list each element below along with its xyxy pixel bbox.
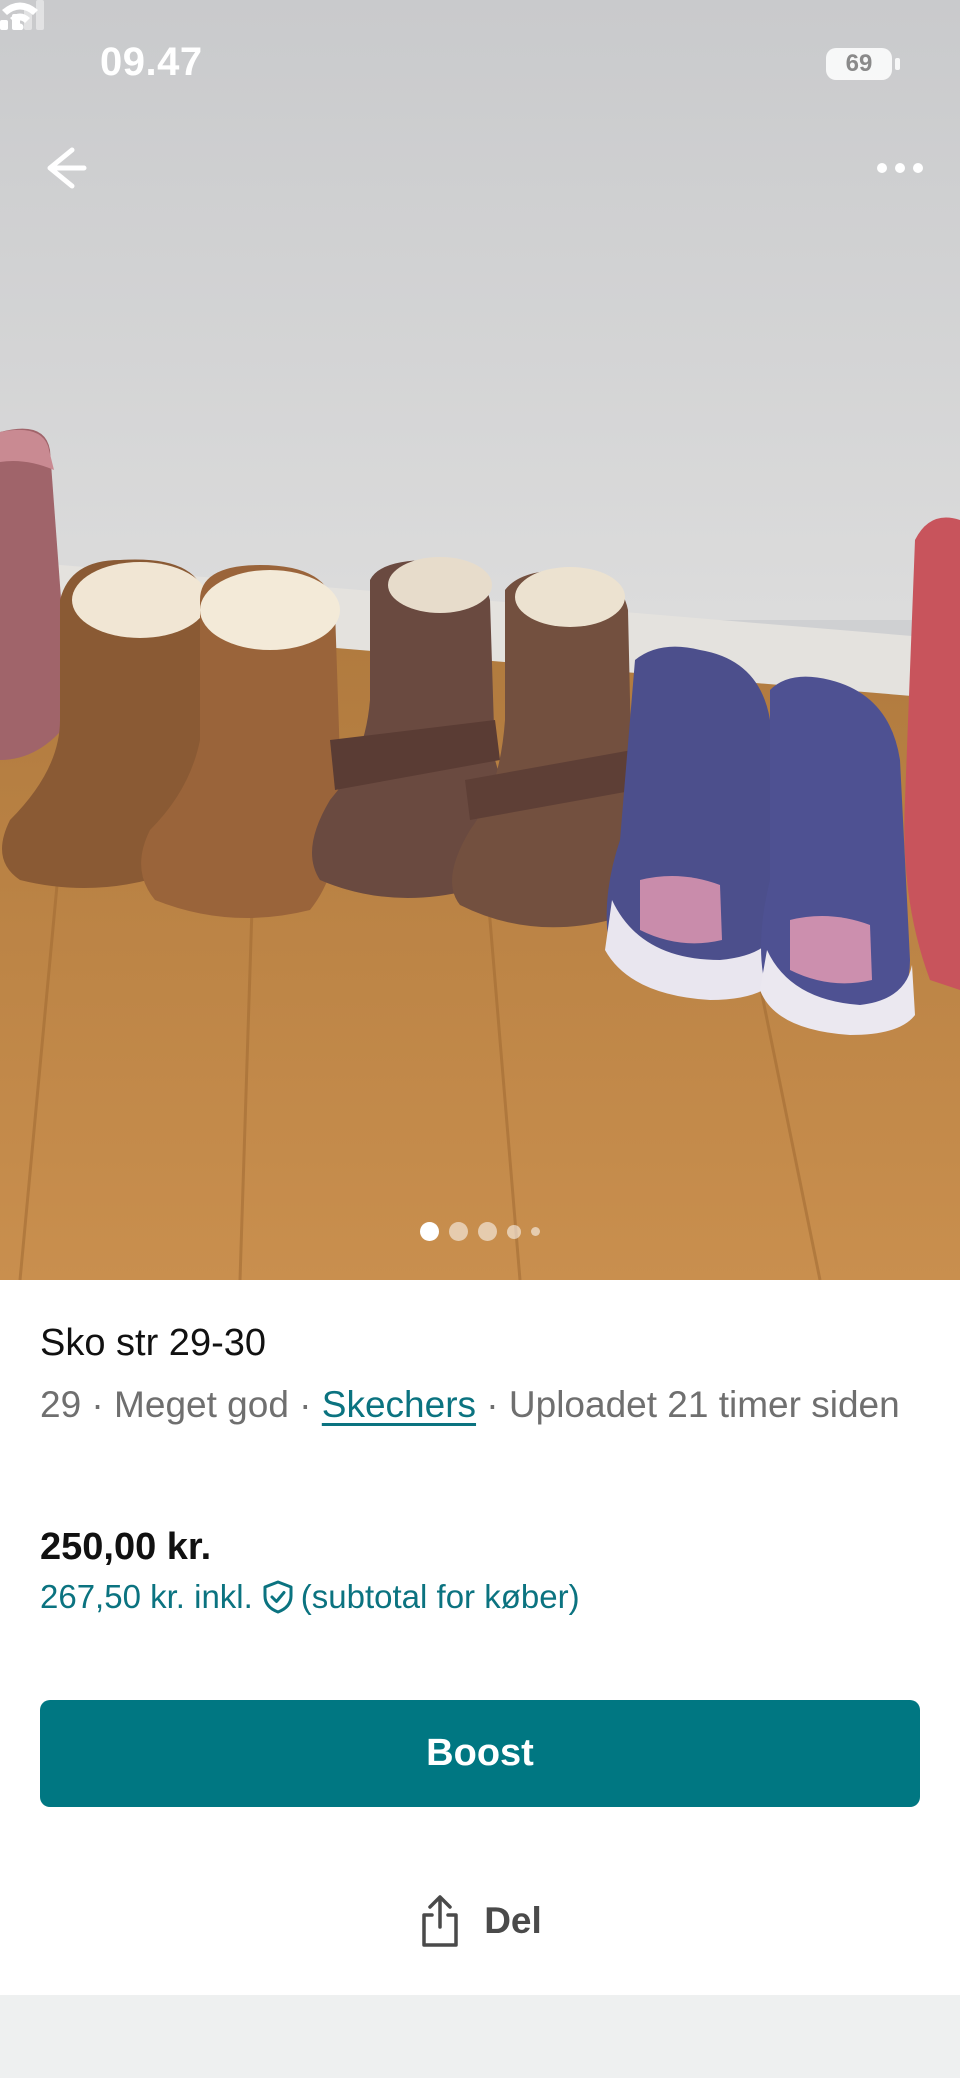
back-arrow-icon xyxy=(47,147,87,189)
battery-level: 69 xyxy=(845,50,873,77)
bottom-section-divider xyxy=(0,1995,960,2078)
listing-photo-carousel[interactable]: 09.47 69 xyxy=(0,0,960,1280)
back-button[interactable] xyxy=(36,136,100,200)
listing-price: 250,00 kr. xyxy=(40,1526,212,1568)
listing-meta: 29 · Meget god · Skechers · Uploadet 21 … xyxy=(40,1378,920,1432)
brand-link[interactable]: Skechers xyxy=(322,1384,476,1425)
listing-condition: Meget god xyxy=(114,1384,289,1425)
listing-size: 29 xyxy=(40,1384,82,1425)
carousel-dot-active[interactable] xyxy=(420,1222,439,1241)
carousel-dot[interactable] xyxy=(449,1222,468,1241)
price-incl-note: (subtotal for køber) xyxy=(300,1578,580,1615)
listing-title: Sko str 29-30 xyxy=(40,1322,266,1364)
carousel-indicator xyxy=(0,1222,960,1242)
status-bar-time: 09.47 xyxy=(100,40,203,84)
buyer-protection-price[interactable]: 267,50 kr. inkl. (subtotal for køber) xyxy=(40,1578,580,1616)
wifi-icon xyxy=(2,2,38,30)
boost-button-label: Boost xyxy=(426,1732,534,1774)
meta-separator: · xyxy=(288,1384,322,1425)
carousel-dot[interactable] xyxy=(507,1224,521,1239)
carousel-dot[interactable] xyxy=(531,1227,540,1236)
battery-indicator: 69 xyxy=(826,48,892,80)
listing-uploaded: · Uploadet 21 timer siden xyxy=(476,1384,900,1425)
share-button-label: Del xyxy=(484,1900,542,1941)
share-icon xyxy=(422,1895,458,1947)
shield-check-icon xyxy=(263,1580,293,1614)
share-button[interactable]: Del xyxy=(0,1890,960,1952)
more-options-button[interactable] xyxy=(868,140,932,196)
battery-tip xyxy=(895,58,900,70)
meta-separator: · xyxy=(81,1384,115,1425)
more-dots-icon xyxy=(877,163,923,173)
listing-photo xyxy=(0,0,960,1280)
boost-button[interactable]: Boost xyxy=(40,1700,920,1807)
carousel-dot[interactable] xyxy=(478,1222,497,1241)
price-incl-value: 267,50 kr. inkl. xyxy=(40,1578,253,1615)
